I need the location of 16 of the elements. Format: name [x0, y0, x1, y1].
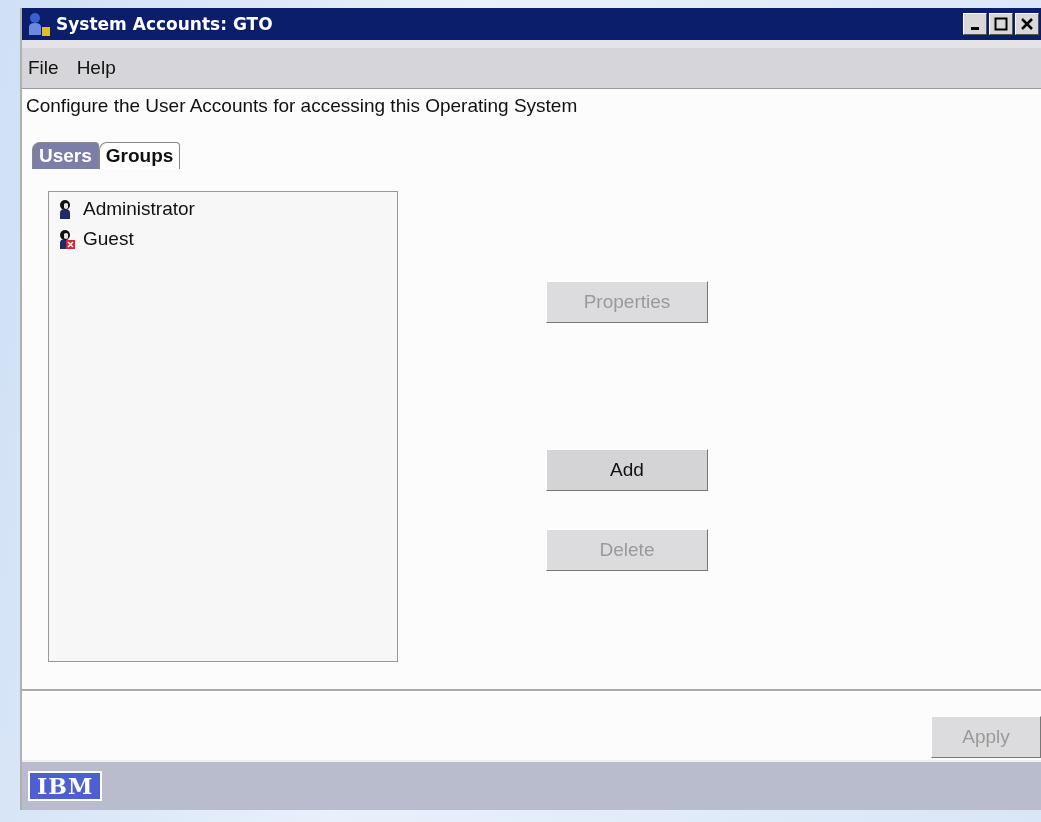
action-button[interactable]: Add	[546, 449, 708, 491]
accounts-icon	[26, 11, 52, 37]
minimize-icon	[971, 27, 979, 30]
close-button[interactable]	[1015, 13, 1039, 35]
description-text: Configure the User Accounts for accessing this Operating System	[25, 94, 579, 117]
menu-item[interactable]: Help	[76, 57, 116, 79]
maximize-button[interactable]	[989, 13, 1013, 35]
menu-item[interactable]: File	[28, 57, 59, 79]
maximize-icon	[994, 17, 1008, 31]
minimize-button[interactable]	[963, 13, 987, 35]
account-name[interactable]: Administrator	[83, 198, 195, 220]
logo: IBM	[28, 771, 103, 801]
window-title: System Accounts: GTO	[56, 14, 274, 34]
tab[interactable]: Groups	[98, 142, 181, 169]
close-icon	[1020, 17, 1034, 31]
tab[interactable]: Users	[32, 142, 99, 169]
